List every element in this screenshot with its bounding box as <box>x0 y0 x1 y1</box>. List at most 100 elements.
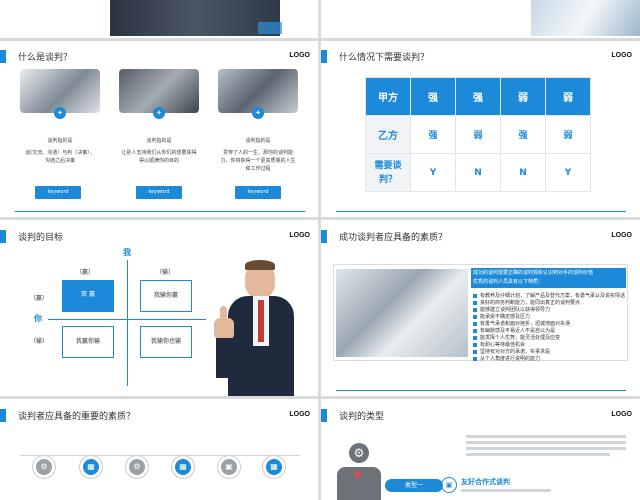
party-a-label: 甲方 <box>365 77 411 116</box>
description-text <box>466 435 626 459</box>
type-desc <box>461 489 551 492</box>
list-item: 能承受不确定感及压力 <box>473 313 530 320</box>
list-item: 有幽默感及平易近人不是自以为是 <box>473 327 555 334</box>
icon-node[interactable]: ▦ <box>262 455 286 479</box>
icon-node[interactable]: ▣ <box>217 455 241 479</box>
chart-icon: ▦ <box>266 459 282 475</box>
bottom-line <box>336 390 626 391</box>
chart-icon: ▦ <box>175 459 191 475</box>
slide-grid: 什么是谈判？ LOGO ✦ ✦ ✦ 谈判指的是 谈(交流、沟通）与判（决策），沟… <box>0 0 640 500</box>
slide-what-is-negotiation[interactable]: 什么是谈判？ LOGO ✦ ✦ ✦ 谈判指的是 谈(交流、沟通）与判（决策），沟… <box>0 41 318 217</box>
col2-heading: 谈判指的是 <box>146 138 172 144</box>
title-marker <box>0 50 6 63</box>
cell: 弱 <box>500 77 546 116</box>
quadrant-lose-lose[interactable]: 我输你也输 <box>140 326 192 358</box>
gear-icon: ⚙ <box>349 443 369 463</box>
slide-negotiation-goal[interactable]: 谈判的目标 LOGO 我 你 （赢） （输） （赢） （输） 双 赢 我输你赢 … <box>0 220 318 396</box>
quadrant-win-win[interactable]: 双 赢 <box>62 280 114 312</box>
icon-node[interactable]: ▦ <box>171 455 195 479</box>
list-item: 能发挥个人优势，能灵活处理及应变 <box>473 334 560 341</box>
cell: N <box>455 153 501 192</box>
list-item: 从个人角度进行说明的能力 <box>473 355 540 362</box>
info-icon: ✦ <box>54 107 66 119</box>
list-item: 有耐心等待最佳机会 <box>473 341 525 348</box>
icon-node[interactable]: ⚙ <box>125 455 149 479</box>
cell: 强 <box>410 77 456 116</box>
slide-top-left[interactable] <box>0 0 318 38</box>
briefcase-icon: ▣ <box>221 459 237 475</box>
cell: 强 <box>500 115 546 154</box>
slide-negotiation-types[interactable]: 谈判的类型 LOGO ⚙ ♥ 类型一 ▣ 友好合作式谈判 <box>321 399 640 500</box>
keyword-button[interactable]: keyword <box>235 186 281 199</box>
slide-when-to-negotiate[interactable]: 什么情况下需要谈判？ LOGO 甲方 强 强 弱 弱 乙方 强 弱 强 弱 需要… <box>321 41 640 217</box>
y-axis-label: 我 <box>123 248 131 257</box>
info-icon: ✦ <box>252 107 264 119</box>
list-item: 坚持有对对方的承诺，实事求是 <box>473 348 550 355</box>
comparison-table: 甲方 强 强 弱 弱 乙方 强 弱 强 弱 需要谈判？ Y N N Y <box>365 77 591 192</box>
photo-pen <box>531 0 640 36</box>
keyword-button[interactable]: keyword <box>35 186 81 199</box>
briefcase-icon: ▣ <box>441 477 457 493</box>
x-axis <box>48 319 206 320</box>
slide-negotiator-qualities[interactable]: 成功谈判者应具备的素质？ LOGO 成功的谈判需要正确的谈判观和认识到对手的谈判… <box>321 220 640 396</box>
slide-title: 什么情况下需要谈判？ <box>339 53 430 63</box>
col3-heading: 谈判指的是 <box>245 138 271 144</box>
list-item: 有勇气承诺和面对挫折，坦诚地面对失误 <box>473 320 570 327</box>
title-marker <box>0 409 6 422</box>
logo: LOGO <box>289 411 310 418</box>
type-one-button[interactable]: 类型一 <box>385 479 443 492</box>
logo: LOGO <box>611 411 632 418</box>
lead-text-2: 优秀的谈判人员具有以下特质： <box>473 279 544 285</box>
side-win-label: （赢） <box>30 295 49 302</box>
slide-title: 谈判的目标 <box>18 233 64 243</box>
keyword-button[interactable]: keyword <box>136 186 182 199</box>
logo: LOGO <box>289 52 310 59</box>
party-b-label: 乙方 <box>365 115 411 154</box>
title-marker <box>321 409 327 422</box>
gear-icon: ⚙ <box>129 459 145 475</box>
chart-icon: ▦ <box>83 459 99 475</box>
slide-title: 谈判的类型 <box>339 412 385 422</box>
col3-text: 贯穿了人的一生，那你的谈判能力，你将获得一个更高质量的人生和工作过程 <box>220 150 296 172</box>
slide-title: 谈判者应具备的重要的素质？ <box>18 412 136 422</box>
cell: 强 <box>410 115 456 154</box>
list-item: 良好的商务判断能力，能同出真正的谈判要点 <box>473 299 580 306</box>
blue-accent <box>258 22 282 34</box>
list-item: 能够建立谈判团队以获得领导力 <box>473 306 550 313</box>
col1-text: 谈(交流、沟通）与判（决策），沟通之后决策 <box>25 150 95 164</box>
cell: Y <box>410 153 456 192</box>
lead-text: 成功的谈判需要正确的谈判观和认识到对手的谈判价值 <box>473 270 594 276</box>
arc-track <box>20 455 300 495</box>
cell: N <box>500 153 546 192</box>
cell: 强 <box>455 77 501 116</box>
cell: 弱 <box>455 115 501 154</box>
photo-laptop <box>110 0 280 36</box>
quadrant-lose-win[interactable]: 我输你赢 <box>140 280 192 312</box>
slide-top-right[interactable] <box>321 0 640 38</box>
top-win-label: （赢） <box>76 269 95 276</box>
slide-important-qualities[interactable]: 谈判者应具备的重要的素质？ LOGO ⚙ ▦ ⚙ ▦ ▣ ▦ <box>0 399 318 500</box>
top-lose-label: （输） <box>156 269 175 276</box>
side-lose-label: （输） <box>30 338 49 345</box>
x-axis-label: 你 <box>34 314 42 323</box>
info-icon: ✦ <box>153 107 165 119</box>
slide-title: 什么是谈判？ <box>18 53 73 63</box>
logo: LOGO <box>289 232 310 239</box>
y-axis <box>127 260 128 386</box>
bottom-line <box>15 211 305 212</box>
heart-icon: ♥ <box>353 471 362 482</box>
title-marker <box>321 230 327 243</box>
logo: LOGO <box>611 52 632 59</box>
businessman-image <box>212 260 307 396</box>
list-item: 有教养及仔细计划，了解产品及替代方案，有勇气承认及说实情话 <box>473 292 625 299</box>
quadrant-win-lose[interactable]: 我赢你输 <box>62 326 114 358</box>
meeting-photo <box>336 269 468 357</box>
bottom-line <box>336 211 626 212</box>
title-marker <box>321 50 327 63</box>
title-marker <box>0 230 6 243</box>
icon-node[interactable]: ▦ <box>79 455 103 479</box>
icon-node[interactable]: ⚙ <box>32 455 56 479</box>
col2-text: 让别人支持我们从你们的想要获得得以顺满你的目的 <box>121 150 197 164</box>
cell: 弱 <box>545 115 591 154</box>
cell: 弱 <box>545 77 591 116</box>
